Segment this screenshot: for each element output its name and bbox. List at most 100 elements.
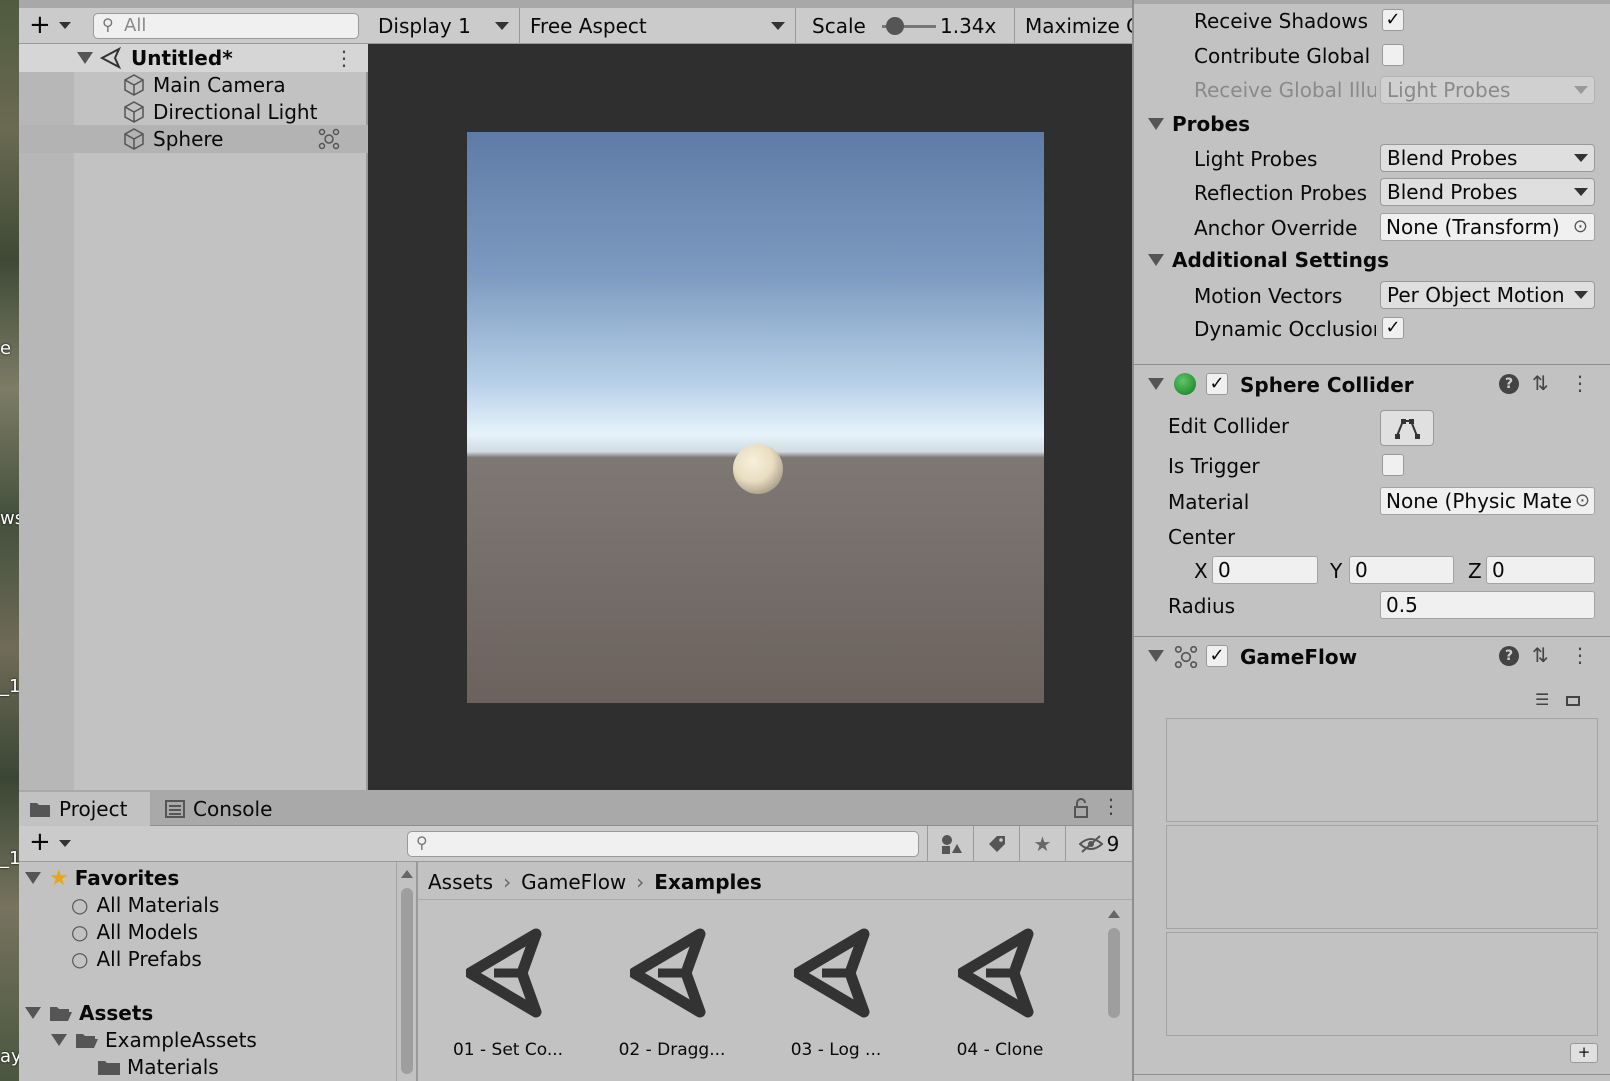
hierarchy-item[interactable]: Directional Light <box>19 98 368 126</box>
desktop-label: _1 <box>0 848 19 869</box>
scrollbar-thumb[interactable] <box>1108 928 1120 1018</box>
dropdown-value: Blend Probes <box>1387 180 1518 204</box>
tab-project[interactable]: Project <box>19 792 150 826</box>
more-options-icon[interactable]: ⋮ <box>1570 371 1590 395</box>
list-view-icon[interactable]: ☰ <box>1535 690 1549 709</box>
gameflow-block[interactable] <box>1166 932 1598 1036</box>
x-axis-label: X <box>1194 559 1208 583</box>
scroll-up-icon[interactable] <box>401 870 413 878</box>
hierarchy-search-input[interactable]: ⚲ All <box>93 13 359 39</box>
contribute-gi-checkbox[interactable] <box>1382 44 1404 66</box>
dynamic-occlusion-checkbox[interactable]: ✓ <box>1382 317 1404 339</box>
center-y-input[interactable]: 0 <box>1349 556 1454 584</box>
light-probes-dropdown[interactable]: Blend Probes <box>1380 144 1595 172</box>
anchor-override-field[interactable]: None (Transform) ⊙ <box>1380 213 1595 241</box>
display-dropdown[interactable]: Display 1 <box>368 8 520 44</box>
gameflow-enabled-checkbox[interactable]: ✓ <box>1206 645 1228 667</box>
expand-arrow-icon[interactable] <box>1148 378 1164 390</box>
more-options-icon[interactable]: ⋮ <box>1570 643 1590 667</box>
folder-item[interactable]: Materials <box>97 1053 219 1081</box>
expand-arrow-icon[interactable] <box>51 1034 67 1046</box>
assets-folder-header[interactable]: Assets <box>19 999 153 1027</box>
folder-open-icon <box>76 1034 98 1048</box>
scene-row[interactable]: Untitled* ⋮ <box>19 44 368 72</box>
tab-console[interactable]: Console <box>155 792 282 826</box>
dynamic-occlusion-row: Dynamic Occlusior ✓ <box>1134 315 1610 345</box>
search-icon: ⚲ <box>416 833 428 852</box>
add-block-button[interactable]: + <box>1570 1043 1598 1063</box>
help-icon[interactable]: ? <box>1499 646 1519 666</box>
reflection-probes-dropdown[interactable]: Blend Probes <box>1380 178 1595 206</box>
help-icon[interactable]: ? <box>1499 374 1519 394</box>
asset-item[interactable]: 03 - Log ... <box>766 928 906 1078</box>
hierarchy-item-selected[interactable]: Sphere <box>19 125 368 153</box>
expand-arrow-icon[interactable] <box>1148 650 1164 662</box>
lock-icon[interactable] <box>1073 798 1089 818</box>
scale-slider-handle[interactable] <box>886 17 904 35</box>
asset-item[interactable]: 01 - Set Co... <box>438 928 578 1078</box>
chevron-down-icon[interactable] <box>59 22 71 29</box>
breadcrumb-item-current[interactable]: Examples <box>654 870 762 894</box>
expand-arrow-icon[interactable] <box>25 1007 41 1019</box>
more-options-icon[interactable]: ⋮ <box>1101 794 1121 818</box>
favorites-header[interactable]: ★ Favorites <box>19 864 179 892</box>
tree-scrollbar[interactable] <box>396 862 418 1081</box>
aspect-dropdown[interactable]: Free Aspect <box>520 8 796 44</box>
asset-item[interactable]: 02 - Dragg... <box>602 928 742 1078</box>
probes-header[interactable]: Probes <box>1148 110 1250 138</box>
receive-gi-dropdown[interactable]: Light Probes <box>1380 76 1595 104</box>
center-z-input[interactable]: 0 <box>1486 556 1595 584</box>
search-by-type-button[interactable] <box>927 826 973 862</box>
hierarchy-item[interactable]: Main Camera <box>19 71 368 99</box>
presets-icon[interactable]: ⇅ <box>1532 643 1549 667</box>
receive-shadows-checkbox[interactable]: ✓ <box>1382 9 1404 31</box>
favorites-star-button[interactable]: ★ <box>1019 826 1065 862</box>
expand-arrow-icon[interactable] <box>77 52 93 64</box>
more-options-icon[interactable]: ⋮ <box>334 46 354 70</box>
gameflow-header[interactable]: ✓ GameFlow ? ⇅ ⋮ <box>1134 636 1610 676</box>
search-by-label-button[interactable] <box>973 826 1019 862</box>
scroll-up-icon[interactable] <box>1108 910 1120 918</box>
chevron-down-icon[interactable] <box>59 840 71 847</box>
center-x-input[interactable]: 0 <box>1212 556 1318 584</box>
expand-arrow-icon[interactable] <box>1148 254 1164 266</box>
sphere-collider-enabled-checkbox[interactable]: ✓ <box>1206 373 1228 395</box>
window-icon[interactable] <box>1566 696 1580 706</box>
project-tab-strip: Project Console ⋮ <box>19 790 1132 826</box>
hierarchy-gutter <box>19 44 74 790</box>
motion-vectors-dropdown[interactable]: Per Object Motion <box>1380 281 1595 309</box>
presets-icon[interactable]: ⇅ <box>1532 371 1549 395</box>
property-label: Motion Vectors <box>1194 284 1343 308</box>
asset-item[interactable]: 04 - Clone <box>930 928 1070 1078</box>
additional-settings-header[interactable]: Additional Settings <box>1148 246 1389 274</box>
folder-item[interactable]: ExampleAssets <box>45 1026 257 1054</box>
add-icon[interactable]: + <box>29 12 51 38</box>
project-search-input[interactable]: ⚲ <box>407 831 919 857</box>
game-render-viewport[interactable] <box>467 132 1044 703</box>
breadcrumb-item[interactable]: GameFlow <box>521 870 626 894</box>
add-icon[interactable]: + <box>29 829 51 855</box>
edit-collider-button[interactable] <box>1380 410 1434 446</box>
favorite-item[interactable]: ○ All Prefabs <box>71 945 202 973</box>
expand-arrow-icon[interactable] <box>25 872 41 884</box>
maximize-on-play-button[interactable]: Maximize C <box>1014 8 1132 44</box>
favorite-item[interactable]: ○ All Models <box>71 918 198 946</box>
scrollbar-thumb[interactable] <box>401 888 413 1074</box>
object-picker-icon[interactable]: ⊙ <box>1574 490 1590 511</box>
is-trigger-checkbox[interactable] <box>1382 454 1404 476</box>
hidden-packages-button[interactable]: 9 <box>1065 826 1132 862</box>
asset-grid-scrollbar[interactable] <box>1103 902 1125 1081</box>
search-icon: ○ <box>71 893 89 917</box>
radius-input[interactable]: 0.5 <box>1380 591 1595 619</box>
object-picker-icon[interactable]: ⊙ <box>1573 216 1588 237</box>
breadcrumb-item[interactable]: Assets <box>428 870 493 894</box>
gameflow-block[interactable] <box>1166 718 1598 822</box>
sphere-collider-header[interactable]: ✓ Sphere Collider ? ⇅ ⋮ <box>1134 364 1610 404</box>
favorite-item[interactable]: ○ All Materials <box>71 891 219 919</box>
expand-arrow-icon[interactable] <box>1148 118 1164 130</box>
property-label: Reflection Probes <box>1194 181 1368 205</box>
gameflow-block[interactable] <box>1166 825 1598 929</box>
inspector-panel: Receive Shadows ✓ Contribute Global Il R… <box>1132 0 1610 1081</box>
material-field[interactable]: None (Physic Mate ⊙ <box>1380 487 1595 515</box>
dropdown-value: Per Object Motion <box>1387 283 1565 307</box>
